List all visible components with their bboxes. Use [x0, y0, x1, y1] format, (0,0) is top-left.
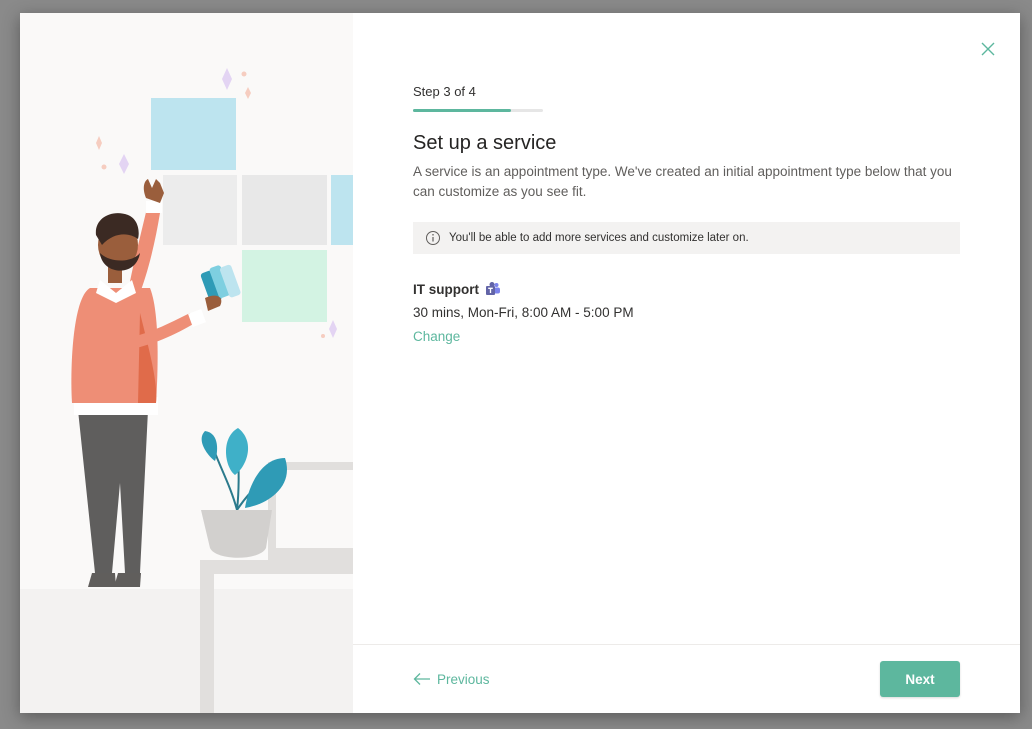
setup-dialog: Step 3 of 4 Set up a service A service i…: [20, 13, 1020, 713]
close-icon: [981, 42, 995, 56]
previous-button[interactable]: Previous: [413, 668, 490, 690]
illustration-panel: [20, 13, 353, 713]
arrow-left-icon: [413, 673, 430, 685]
content-panel: Step 3 of 4 Set up a service A service i…: [353, 13, 1020, 713]
previous-button-label: Previous: [437, 671, 490, 687]
info-message-bar: You'll be able to add more services and …: [413, 222, 960, 254]
service-name-row: IT support: [413, 281, 501, 297]
service-details: 30 mins, Mon-Fri, 8:00 AM - 5:00 PM: [413, 305, 634, 320]
footer-divider: [353, 644, 1020, 645]
service-name: IT support: [413, 281, 479, 297]
teams-icon: [486, 282, 500, 295]
page-title: Set up a service: [413, 132, 557, 154]
step-indicator: Step 3 of 4: [413, 84, 476, 99]
page-description: A service is an appointment type. We've …: [413, 164, 952, 199]
change-service-link[interactable]: Change: [413, 329, 460, 344]
next-button[interactable]: Next: [880, 661, 960, 697]
info-message-text: You'll be able to add more services and …: [449, 232, 749, 244]
progress-bar: [413, 109, 543, 112]
person-with-tiles-illustration: [20, 68, 353, 713]
info-icon: [426, 231, 440, 245]
close-button[interactable]: [978, 39, 998, 59]
progress-fill: [413, 109, 511, 112]
